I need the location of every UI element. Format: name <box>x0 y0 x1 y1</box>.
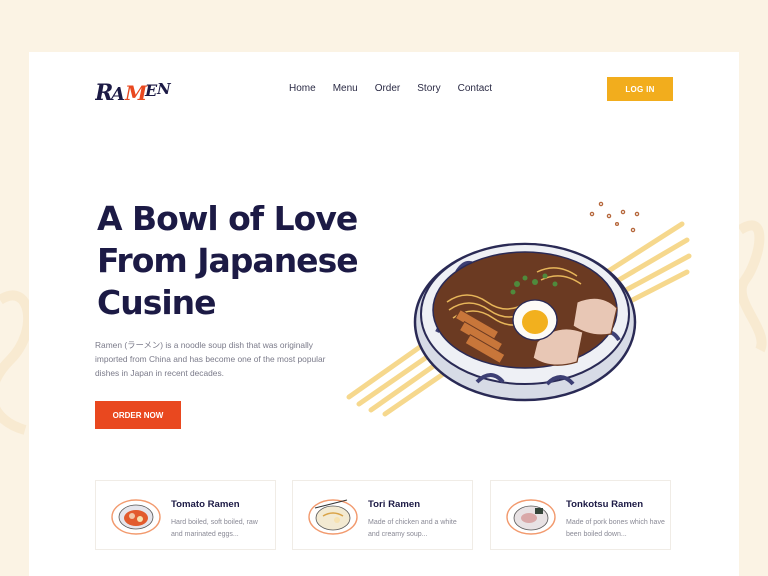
svg-text:A: A <box>109 84 125 105</box>
main-nav: Home Menu Order Story Contact <box>289 83 509 94</box>
nav-contact[interactable]: Contact <box>458 83 492 94</box>
menu-card-description: Hard boiled, soft boiled, raw and marina… <box>171 519 258 538</box>
tori-ramen-icon <box>308 499 358 535</box>
nav-order[interactable]: Order <box>375 83 401 94</box>
menu-card-title: Tori Ramen <box>368 499 421 510</box>
ramen-logo[interactable]: R A M E N <box>95 74 175 108</box>
svg-text:N: N <box>156 80 172 98</box>
menu-card-description: Made of chicken and a white and creamy s… <box>368 519 457 538</box>
menu-card-title: Tonkotsu Ramen <box>566 499 644 510</box>
login-button[interactable]: LOG IN <box>607 77 673 101</box>
tonkotsu-ramen-icon <box>506 499 556 535</box>
ramen-bowl-illustration <box>346 201 692 417</box>
menu-card-tori-ramen[interactable]: Tori Ramen Made of chicken and a white a… <box>292 480 473 550</box>
svg-text:E: E <box>144 81 158 100</box>
order-now-button[interactable]: ORDER NOW <box>95 401 181 429</box>
nav-story[interactable]: Story <box>417 83 440 94</box>
menu-card-description: Made of pork bones which have been boile… <box>566 519 665 538</box>
menu-card-tonkotsu-ramen[interactable]: Tonkotsu Ramen Made of pork bones which … <box>490 480 671 550</box>
tomato-ramen-icon <box>111 499 161 535</box>
menu-card-title: Tomato Ramen <box>171 499 240 510</box>
nav-home[interactable]: Home <box>289 83 316 94</box>
menu-card-tomato-ramen[interactable]: Tomato Ramen Hard boiled, soft boiled, r… <box>95 480 276 550</box>
hero-description: Ramen (ラーメン) is a noodle soup dish that … <box>95 340 326 378</box>
landing-page: R A M E N Home Menu Order Story Contact … <box>29 52 739 576</box>
nav-menu[interactable]: Menu <box>333 83 358 94</box>
